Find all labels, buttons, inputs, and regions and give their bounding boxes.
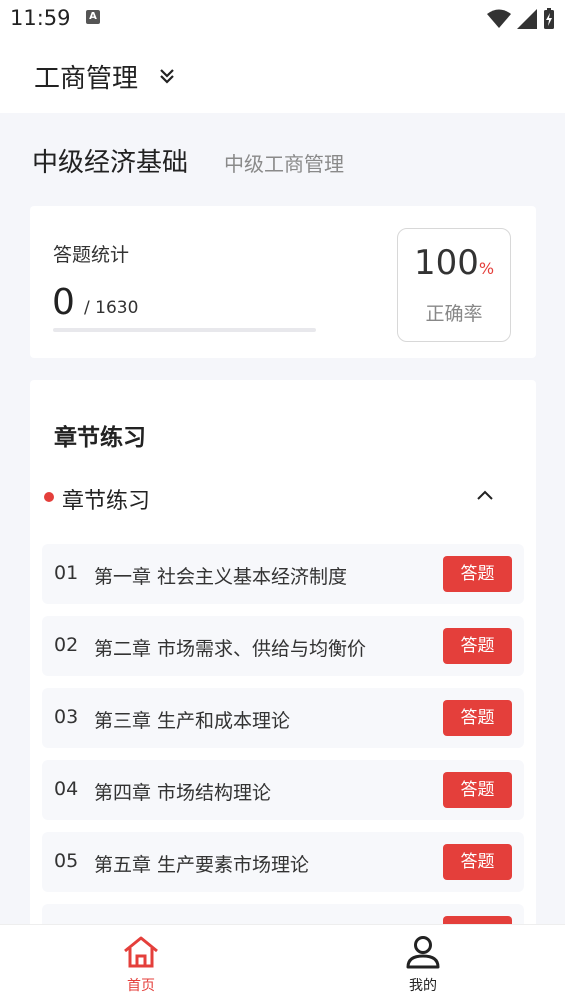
answer-stats-card: 答题统计 0 / 1630 100% 正确率 [30, 206, 536, 358]
exam-subtitle: 中级工商管理 [224, 152, 344, 176]
chapter-number: 01 [54, 562, 79, 584]
user-icon [406, 936, 440, 969]
answer-button[interactable]: 答题 [443, 844, 512, 880]
nav-home-label: 首页 [127, 978, 155, 994]
chapter-number: 02 [54, 634, 79, 656]
chapter-number: 03 [54, 706, 79, 728]
accuracy-box: 100% 正确率 [397, 228, 511, 342]
chapter-name: 第三章 生产和成本理论 [94, 710, 291, 732]
answer-button[interactable]: 答题 [443, 556, 512, 592]
answer-button[interactable]: 答题 [443, 700, 512, 736]
status-bar: 11:59 A [0, 0, 565, 40]
home-icon [124, 936, 158, 968]
total-count: / 1630 [84, 298, 139, 318]
nav-mine[interactable]: 我的 [383, 935, 463, 995]
accuracy-number: 100 [413, 243, 479, 283]
chapter-list: 01 第一章 社会主义基本经济制度 答题 02 第二章 市场需求、供给与均衡价 … [42, 544, 524, 940]
chapter-row[interactable]: 02 第二章 市场需求、供给与均衡价 答题 [42, 616, 524, 676]
stats-label: 答题统计 [53, 244, 130, 266]
chapter-name: 第一章 社会主义基本经济制度 [94, 566, 348, 588]
chapter-name: 第四章 市场结构理论 [94, 782, 272, 804]
chapter-row[interactable]: 03 第三章 生产和成本理论 答题 [42, 688, 524, 748]
battery-icon [544, 8, 554, 29]
signal-icon [517, 9, 537, 29]
status-icons [487, 8, 555, 30]
chevron-up-icon[interactable] [476, 488, 494, 502]
accuracy-unit: % [478, 259, 495, 278]
chapter-row[interactable]: 04 第四章 市场结构理论 答题 [42, 760, 524, 820]
section-label[interactable]: 章节练习 [62, 483, 150, 515]
answer-button[interactable]: 答题 [443, 772, 512, 808]
answer-button[interactable]: 答题 [443, 628, 512, 664]
answered-count: 0 [52, 282, 75, 323]
wifi-icon [487, 9, 511, 28]
accuracy-value: 100% [398, 243, 510, 283]
status-time: 11:59 [10, 6, 71, 30]
exam-title: 中级经济基础 [32, 148, 189, 178]
nav-mine-label: 我的 [409, 978, 437, 994]
accuracy-label: 正确率 [425, 303, 483, 325]
nav-home[interactable]: 首页 [101, 935, 181, 995]
section-dot [44, 492, 54, 502]
chapter-name: 第五章 生产要素市场理论 [94, 854, 310, 876]
notification-icon: A [86, 10, 100, 24]
app-header: 工商管理 [0, 40, 565, 113]
progress-bar [53, 328, 316, 332]
chapter-row[interactable]: 01 第一章 社会主义基本经济制度 答题 [42, 544, 524, 604]
chapter-number: 04 [54, 778, 79, 800]
subject-title[interactable]: 工商管理 [34, 58, 138, 95]
bottom-nav: 首页 我的 [0, 924, 565, 1005]
chapter-practice-card: 章节练习 章节练习 01 第一章 社会主义基本经济制度 答题 02 第二章 市场… [30, 380, 536, 940]
chapter-number: 05 [54, 850, 79, 872]
double-chevron-down-icon[interactable] [158, 66, 176, 86]
chapters-heading: 章节练习 [54, 425, 146, 451]
chapter-name: 第二章 市场需求、供给与均衡价 [94, 638, 367, 660]
chapter-row[interactable]: 05 第五章 生产要素市场理论 答题 [42, 832, 524, 892]
